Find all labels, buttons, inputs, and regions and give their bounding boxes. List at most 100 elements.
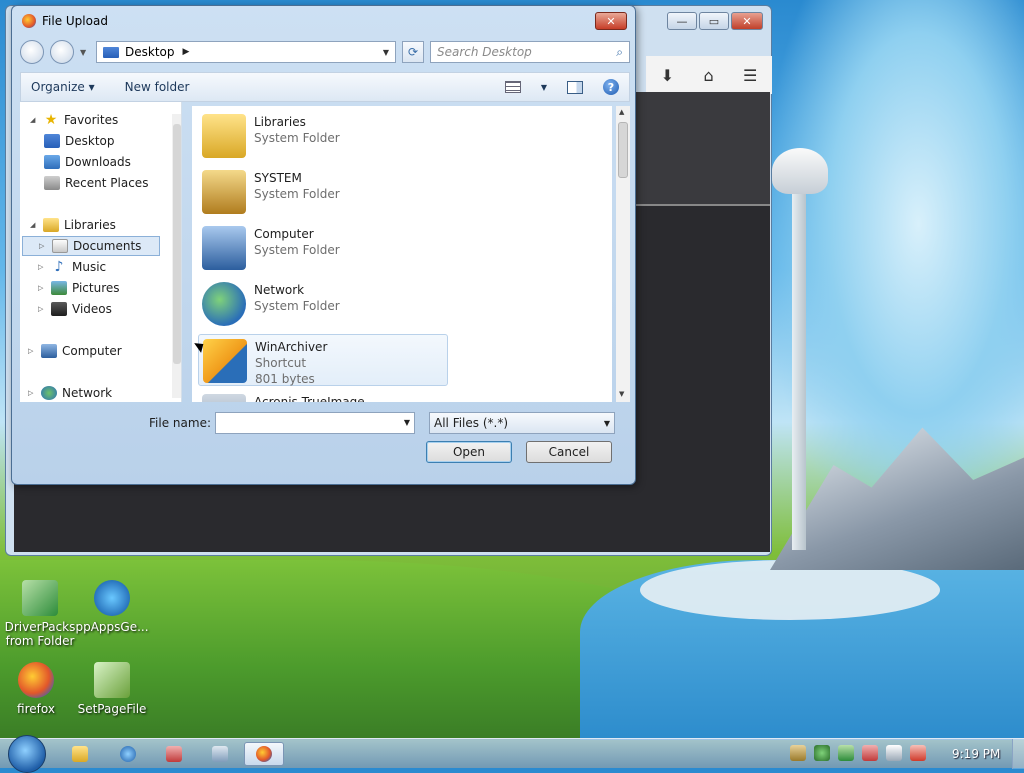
dialog-buttons: Open Cancel	[426, 441, 612, 463]
refresh-button[interactable]: ⟳	[402, 41, 424, 63]
tree-item-computer[interactable]: ▷ Computer	[28, 341, 122, 361]
minimize-button[interactable]: —	[667, 12, 697, 30]
taskbar-ie[interactable]	[108, 742, 148, 766]
address-bar[interactable]: Desktop ▶ ▼	[96, 41, 396, 63]
recent-places-icon	[44, 176, 60, 190]
expand-icon[interactable]: ▷	[38, 263, 46, 271]
downloads-icon	[44, 155, 60, 169]
close-window-button[interactable]: ✕	[731, 12, 763, 30]
taskbar-control-panel[interactable]	[154, 742, 194, 766]
tree-item-network[interactable]: ▷ Network	[28, 383, 112, 402]
internet-explorer-icon	[120, 746, 136, 762]
file-list-scrollbar[interactable]: ▲ ▼	[616, 106, 630, 402]
taskbar-clock[interactable]: 9:19 PM	[952, 747, 1000, 761]
taskbar-pinned-app[interactable]	[200, 742, 240, 766]
tray-app-icon[interactable]	[790, 745, 806, 761]
list-item[interactable]: WinArchiver Shortcut 801 bytes	[198, 334, 448, 386]
documents-icon	[52, 239, 68, 253]
help-icon[interactable]: ?	[603, 79, 619, 95]
firefox-icon	[18, 662, 54, 698]
new-folder-button[interactable]: New folder	[125, 80, 190, 94]
tree-item-documents[interactable]: ▷ Documents	[22, 236, 160, 256]
setpagefile-icon	[94, 662, 130, 698]
desktop-icon-ppapps[interactable]: ppAppsGe...	[72, 580, 152, 634]
desktop-icon-firefox[interactable]: firefox	[0, 662, 76, 716]
expand-icon[interactable]: ▷	[28, 347, 36, 355]
taskbar-firefox[interactable]	[244, 742, 284, 766]
change-view-icon[interactable]	[504, 81, 521, 93]
address-dropdown-icon[interactable]: ▼	[383, 48, 389, 57]
tree-item-libraries[interactable]: ◢ Libraries	[30, 215, 116, 235]
cancel-button[interactable]: Cancel	[526, 441, 612, 463]
back-button[interactable]	[20, 40, 44, 64]
computer-icon	[41, 344, 57, 358]
desktop-icon-driverpacks[interactable]: DriverPacks from Folder	[0, 580, 80, 648]
open-button[interactable]: Open	[426, 441, 512, 463]
collapse-icon[interactable]: ◢	[30, 221, 38, 229]
address-text: Desktop	[125, 45, 175, 59]
list-item[interactable]: Computer System Folder	[198, 222, 448, 274]
tray-play-icon[interactable]	[814, 745, 830, 761]
file-name-label: File name:	[149, 416, 211, 430]
scroll-up-icon[interactable]: ▲	[619, 108, 624, 116]
show-desktop-button[interactable]	[1012, 739, 1024, 769]
view-options-chevron-icon[interactable]: ▼	[541, 83, 547, 92]
recent-pages-chevron-icon[interactable]: ▼	[80, 48, 90, 57]
forward-button[interactable]	[50, 40, 74, 64]
start-button[interactable]	[8, 735, 46, 773]
computer-icon	[202, 226, 246, 270]
acronis-icon	[202, 394, 246, 402]
scroll-thumb[interactable]	[173, 124, 181, 364]
control-panel-icon	[166, 746, 182, 762]
libraries-folder-icon	[202, 114, 246, 158]
organize-button[interactable]: Organize ▾	[31, 80, 95, 94]
dialog-close-button[interactable]: ✕	[595, 12, 627, 30]
tree-item-desktop[interactable]: Desktop	[44, 131, 115, 151]
file-name-input[interactable]: ▼	[215, 412, 415, 434]
wallpaper-needle-leg	[792, 190, 806, 550]
search-placeholder: Search Desktop	[437, 45, 532, 59]
menu-icon[interactable]: ☰	[743, 66, 757, 85]
desktop-icon-setpagefile[interactable]: SetPageFile	[72, 662, 152, 716]
expand-icon[interactable]: ▷	[38, 305, 46, 313]
network-icon	[202, 282, 246, 326]
breadcrumb-arrow-icon[interactable]: ▶	[183, 47, 190, 57]
scroll-thumb[interactable]	[618, 122, 628, 178]
scroll-down-icon[interactable]: ▼	[619, 390, 624, 398]
system-tray	[790, 745, 926, 761]
tree-item-music[interactable]: ▷ ♪ Music	[38, 257, 106, 277]
maximize-button[interactable]: ▭	[699, 12, 729, 30]
tree-item-videos[interactable]: ▷ Videos	[38, 299, 112, 319]
search-input[interactable]: Search Desktop ⌕	[430, 41, 630, 63]
list-item[interactable]: Acronis TrueImage	[198, 390, 448, 402]
expand-icon[interactable]: ▷	[39, 242, 47, 250]
list-item[interactable]: SYSTEM System Folder	[198, 166, 448, 218]
navigation-row: ▼ Desktop ▶ ▼ ⟳ Search Desktop ⌕	[20, 39, 630, 65]
tray-volume-muted-icon[interactable]	[910, 745, 926, 761]
taskbar: 9:19 PM	[0, 735, 1024, 773]
dialog-title: File Upload	[42, 14, 108, 28]
list-item[interactable]: Network System Folder	[198, 278, 448, 330]
desktop-folder-icon	[103, 46, 119, 58]
tree-item-downloads[interactable]: Downloads	[44, 152, 131, 172]
file-name-dropdown-icon[interactable]: ▼	[404, 418, 410, 427]
list-item[interactable]: Libraries System Folder	[198, 110, 448, 162]
file-type-dropdown-icon[interactable]: ▼	[604, 419, 610, 428]
preview-pane-icon[interactable]	[567, 80, 583, 94]
tray-network-icon[interactable]	[886, 745, 902, 761]
home-icon[interactable]: ⌂	[703, 66, 713, 85]
download-icon[interactable]: ⬇	[661, 66, 674, 85]
expand-icon[interactable]: ▷	[28, 389, 36, 397]
tree-item-favorites[interactable]: ◢ ★ Favorites	[30, 110, 118, 130]
tray-app-icon[interactable]	[862, 745, 878, 761]
collapse-icon[interactable]: ◢	[30, 116, 38, 124]
tray-security-icon[interactable]	[838, 745, 854, 761]
navigation-scrollbar[interactable]	[172, 114, 181, 398]
taskbar-explorer[interactable]	[60, 742, 100, 766]
tree-item-recent-places[interactable]: Recent Places	[44, 173, 148, 193]
tree-item-pictures[interactable]: ▷ Pictures	[38, 278, 120, 298]
expand-icon[interactable]: ▷	[38, 284, 46, 292]
file-upload-dialog: File Upload ✕ ▼ Desktop ▶ ▼ ⟳ Search Des…	[11, 5, 636, 485]
file-type-select[interactable]: All Files (*.*) ▼	[429, 412, 615, 434]
music-icon: ♪	[54, 259, 64, 275]
